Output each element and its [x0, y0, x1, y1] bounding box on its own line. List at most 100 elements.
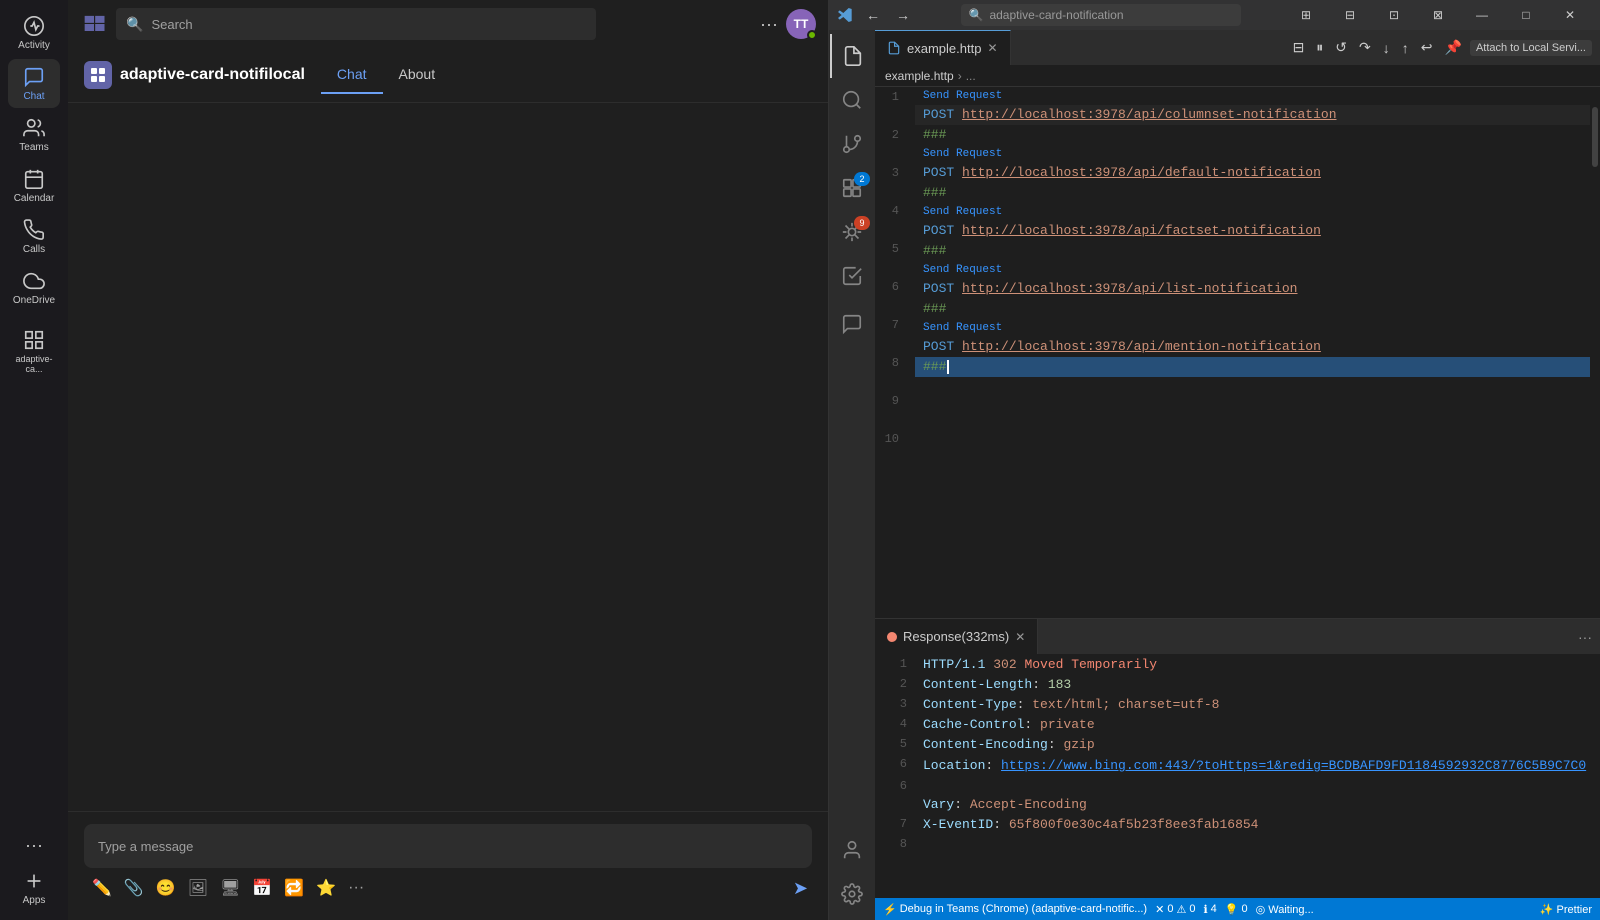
editor-line-7: POST http://localhost:3978/api/list-noti… — [915, 279, 1590, 299]
statusbar-prettier[interactable]: ✨ Prettier — [1540, 903, 1592, 916]
vscode-search-icon: 🔍 — [969, 8, 984, 22]
editor-scrollbar[interactable] — [1590, 87, 1600, 618]
sidebar-item-add-apps[interactable]: Apps — [8, 863, 60, 912]
vscode-editor-main: example.http ✕ ⊟ ⏸ ↺ ↷ ↓ ↑ ↩ 📌 Attach to… — [875, 30, 1600, 920]
response-tab[interactable]: Response(332ms) ✕ — [875, 619, 1038, 654]
send-request-3[interactable]: Send Request — [915, 145, 1590, 163]
layout-icon-1[interactable]: ⊞ — [1284, 0, 1328, 30]
attach-icon[interactable]: 📎 — [120, 874, 148, 902]
source-control-icon[interactable] — [830, 122, 874, 166]
more-toolbar-icon[interactable]: ··· — [344, 875, 368, 901]
statusbar-hint-count[interactable]: 💡 0 — [1225, 903, 1248, 916]
sidebar-item-activity[interactable]: Activity — [8, 8, 60, 57]
minimize-btn[interactable]: — — [1460, 0, 1504, 30]
restart-btn[interactable]: ↺ — [1331, 37, 1351, 58]
send-button[interactable]: ➤ — [793, 878, 808, 899]
gif-icon[interactable]: 🖼 — [184, 874, 212, 902]
settings-icon[interactable] — [830, 872, 874, 916]
chat-input-field[interactable]: Type a message — [84, 824, 812, 868]
app-label: adaptive-ca... — [8, 354, 60, 374]
chat-activity-icon[interactable] — [830, 302, 874, 346]
url-9[interactable]: http://localhost:3978/api/mention-notifi… — [962, 337, 1321, 357]
layout-icon-4[interactable]: ⊠ — [1416, 0, 1460, 30]
step-over-btn[interactable]: ↷ — [1355, 37, 1375, 58]
back-btn[interactable]: ← — [859, 2, 887, 28]
teams-search-bar[interactable]: 🔍 Search — [116, 8, 596, 40]
sidebar-item-onedrive[interactable]: OneDrive — [8, 263, 60, 312]
forward-btn[interactable]: → — [889, 2, 917, 28]
comment-10: ### — [923, 357, 946, 377]
sidebar-item-app[interactable]: adaptive-ca... — [8, 322, 60, 380]
hint-icon: 💡 — [1225, 903, 1239, 916]
teams-main-panel: 🔍 Search ··· TT adaptive-card-notifiloca… — [68, 0, 828, 920]
vscode-search-bar[interactable]: 🔍 adaptive-card-notification — [961, 4, 1241, 26]
send-request-5[interactable]: Send Request — [915, 203, 1590, 221]
response-more-btn[interactable]: ··· — [1570, 629, 1600, 645]
scrollbar-thumb — [1592, 107, 1598, 167]
tab-about[interactable]: About — [383, 56, 452, 94]
split-editor-btn[interactable]: ⊟ — [1289, 37, 1309, 58]
sidebar-item-teams[interactable]: Teams — [8, 110, 60, 159]
close-btn[interactable]: ✕ — [1548, 0, 1592, 30]
response-line-7: Vary : Accept-Encoding — [923, 794, 1600, 814]
activity-icon — [22, 14, 46, 38]
sidebar-item-more[interactable]: ··· — [8, 827, 60, 863]
emoji-icon[interactable]: 😊 — [152, 874, 180, 902]
url-1[interactable]: http://localhost:3978/api/columnset-noti… — [962, 105, 1336, 125]
more-options-btn[interactable]: ··· — [760, 14, 778, 35]
url-3[interactable]: http://localhost:3978/api/default-notifi… — [962, 163, 1321, 183]
calendar-label: Calendar — [14, 193, 55, 204]
maximize-btn[interactable]: □ — [1504, 0, 1548, 30]
hint-count: 0 — [1241, 903, 1247, 915]
send-request-9[interactable]: Send Request — [915, 319, 1590, 337]
layout-icon-3[interactable]: ⊡ — [1372, 0, 1416, 30]
statusbar-info-count[interactable]: ℹ 4 — [1203, 903, 1216, 916]
send-request-7[interactable]: Send Request — [915, 261, 1590, 279]
step-out-btn[interactable]: ↑ — [1398, 38, 1413, 58]
url-5[interactable]: http://localhost:3978/api/factset-notifi… — [962, 221, 1321, 241]
schedule-icon[interactable]: 📅 — [248, 874, 276, 902]
tab-chat[interactable]: Chat — [321, 56, 383, 94]
step-into-btn[interactable]: ↓ — [1379, 38, 1394, 58]
response-line-3: Content-Type : text/html; charset=utf-8 — [923, 694, 1600, 714]
send-request-1[interactable]: Send Request — [915, 87, 1590, 105]
sidebar-item-calls[interactable]: Calls — [8, 212, 60, 261]
vscode-editor-area[interactable]: 1 · 2 · 3 · 4 · 5 · 6 · 7 · 8 · 9 — [875, 87, 1600, 618]
info-count: 4 — [1211, 903, 1217, 915]
statusbar-debug-info[interactable]: ⚡ Debug in Teams (Chrome) (adaptive-card… — [883, 903, 1147, 916]
method-3: POST — [923, 163, 954, 183]
undo-btn[interactable]: ↩ — [1417, 37, 1437, 58]
sidebar-item-calendar[interactable]: Calendar — [8, 161, 60, 210]
sidebar-item-chat[interactable]: Chat — [8, 59, 60, 108]
editor-tab-example-http[interactable]: example.http ✕ — [875, 30, 1011, 65]
format-icon[interactable]: ✏️ — [88, 874, 116, 902]
praise-icon[interactable]: ⭐ — [312, 874, 340, 902]
extensions-icon[interactable]: 2 — [830, 166, 874, 210]
response-line-8: X-EventID : 65f800f0e30c4af5b23f8ee3fab1… — [923, 814, 1600, 834]
debug-icon[interactable]: 9 — [830, 210, 874, 254]
add-apps-icon — [22, 869, 46, 893]
test-icon[interactable] — [830, 254, 874, 298]
warning-icon: ⚠ — [1176, 903, 1186, 916]
loop-icon[interactable]: 🔁 — [280, 874, 308, 902]
response-close-btn[interactable]: ✕ — [1015, 630, 1025, 644]
app-icon — [22, 328, 46, 352]
screen-share-icon[interactable]: 🖥 — [216, 874, 244, 902]
statusbar-errors[interactable]: ✕ 0 ⚠ 0 — [1155, 903, 1195, 916]
apps-label: Apps — [23, 895, 46, 906]
attach-server-btn[interactable]: Attach to Local Servi... — [1470, 40, 1592, 56]
avatar[interactable]: TT — [786, 9, 816, 39]
accounts-icon[interactable] — [830, 828, 874, 872]
search-activity-icon[interactable] — [830, 78, 874, 122]
breadcrumb-file: example.http — [885, 69, 954, 83]
url-7[interactable]: http://localhost:3978/api/list-notificat… — [962, 279, 1297, 299]
editor-line-9: POST http://localhost:3978/api/mention-n… — [915, 337, 1590, 357]
waiting-label: ◎ Waiting... — [1256, 903, 1314, 916]
explorer-icon[interactable] — [830, 34, 874, 78]
vscode-breadcrumb: example.http › ... — [875, 65, 1600, 87]
teams-tabs: Chat About — [321, 56, 451, 94]
pause-btn[interactable]: ⏸ — [1312, 37, 1327, 58]
tab-close-btn[interactable]: ✕ — [987, 41, 997, 55]
layout-icon-2[interactable]: ⊟ — [1328, 0, 1372, 30]
pin-btn[interactable]: 📌 — [1441, 37, 1466, 58]
